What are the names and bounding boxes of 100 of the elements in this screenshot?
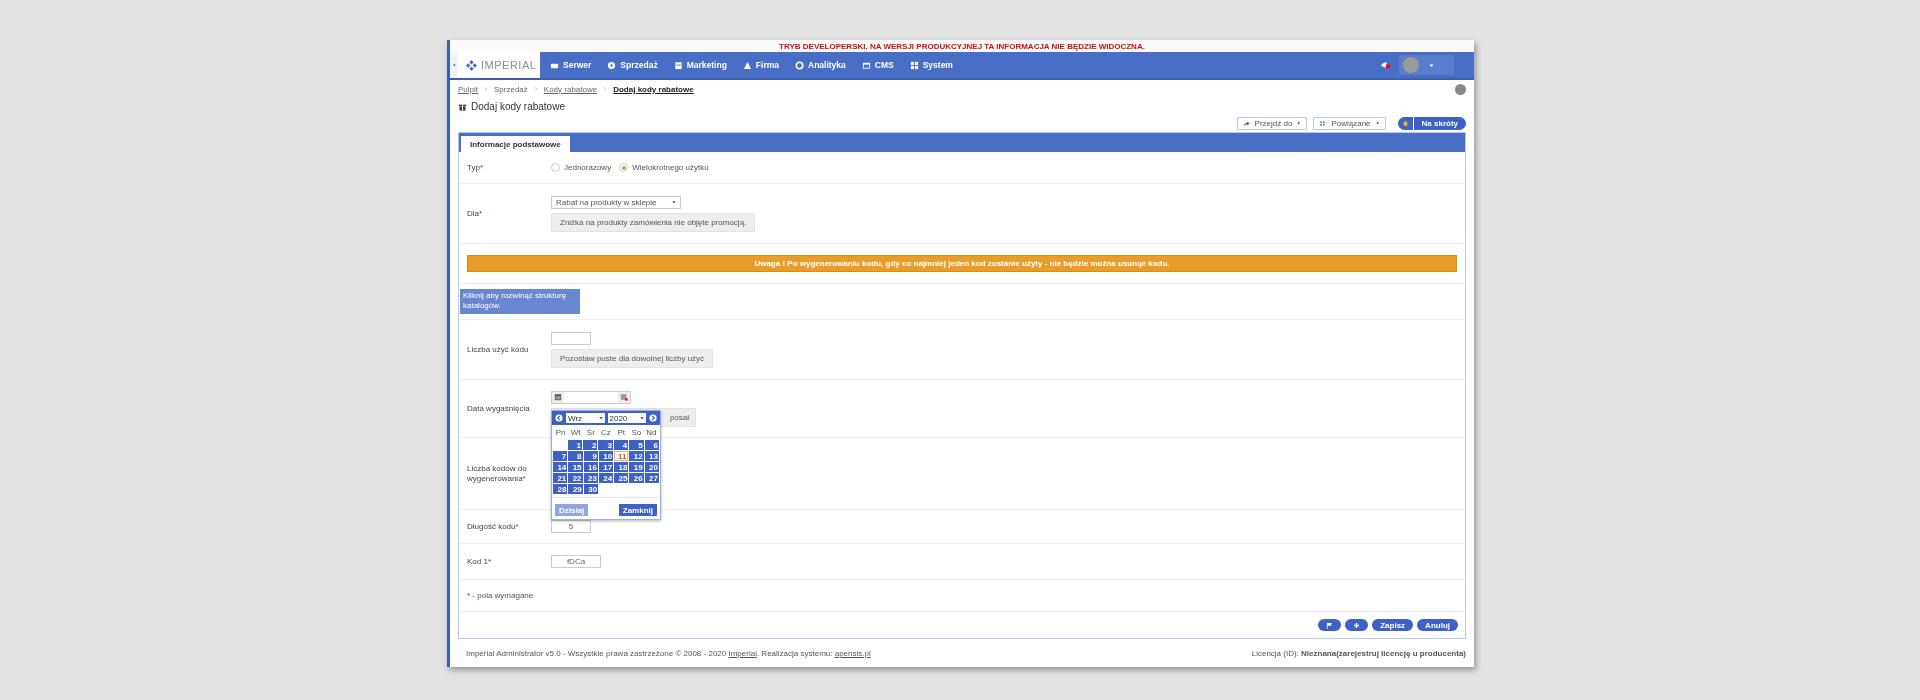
caret-icon xyxy=(640,416,644,420)
action-button[interactable]: Zapisz xyxy=(1372,619,1414,631)
caret-icon xyxy=(1297,121,1302,125)
input-field[interactable]: fDCa xyxy=(551,555,601,568)
page-title: Dodaj kody rabatowe xyxy=(471,100,565,112)
nav-menu-item[interactable]: Sprzedaż xyxy=(607,60,658,70)
add-button[interactable] xyxy=(1345,619,1369,631)
caret-icon xyxy=(1429,62,1434,68)
avatar xyxy=(1455,83,1466,95)
calendar-day[interactable]: 29 xyxy=(568,484,583,494)
calendar-day[interactable]: 26 xyxy=(629,473,644,483)
caret-icon xyxy=(598,416,603,420)
breadcrumb-link[interactable]: Dodaj kody rabatowe xyxy=(613,84,694,94)
flag-button[interactable] xyxy=(1318,619,1342,631)
triangle-icon xyxy=(742,60,752,70)
caret-icon xyxy=(672,200,676,204)
window-icon xyxy=(861,60,871,70)
calendar-day[interactable]: 17 xyxy=(598,462,614,472)
breadcrumb-text: Sprzedaż xyxy=(494,84,528,94)
avatar xyxy=(1403,57,1419,73)
calendar-day[interactable]: 23 xyxy=(583,473,598,483)
dropdown-button[interactable]: Przejdź do xyxy=(1236,116,1308,130)
caret-icon xyxy=(1375,121,1380,125)
calendar-day[interactable]: 7 xyxy=(553,451,568,461)
plus-icon xyxy=(1353,621,1361,629)
nav-menu-item[interactable]: Serwer xyxy=(550,60,592,70)
field-label: Typ* xyxy=(467,162,485,173)
weekday-label: Nd xyxy=(645,428,658,437)
action-button[interactable]: Anuluj xyxy=(1417,619,1458,631)
calendar-day[interactable]: 8 xyxy=(568,451,583,461)
calendar-day[interactable]: 3 xyxy=(598,440,613,450)
field-label: Dla* xyxy=(467,208,484,219)
dropdown-button[interactable]: Powiązane xyxy=(1313,116,1386,130)
calendar-day[interactable]: 4 xyxy=(613,440,629,450)
weekday-label: Cz xyxy=(600,428,612,437)
field-label: Długość kodu* xyxy=(467,521,520,532)
calendar-day[interactable]: 24 xyxy=(598,473,614,483)
calendar-day[interactable]: 19 xyxy=(629,462,644,472)
footer-link[interactable]: apensis.pl xyxy=(834,648,871,658)
share-arrow-icon xyxy=(1242,119,1250,127)
calendar-day[interactable]: 9 xyxy=(583,451,598,461)
field-label: Kod 1* xyxy=(467,556,493,567)
calendar-icon[interactable] xyxy=(554,393,562,401)
warning-banner: Uwaga ! Po wygenerowaniu kodu, gdy co najmniej jeden kod zostanie użyty - nie będzie można usunąć kodu. xyxy=(467,255,1457,272)
calendar-icon xyxy=(673,60,683,70)
weekday-label: Śr xyxy=(585,428,596,437)
calendar-day[interactable]: 21 xyxy=(553,473,568,483)
calendar-day[interactable]: 2 xyxy=(583,440,598,450)
calendar-day[interactable]: 27 xyxy=(644,473,659,483)
calendar-day[interactable]: 12 xyxy=(629,451,644,461)
calendar-day[interactable]: 11 xyxy=(614,451,629,461)
calendar-day[interactable]: 20 xyxy=(644,462,659,472)
calendar-day[interactable]: 22 xyxy=(568,473,583,483)
calendar-day[interactable]: 15 xyxy=(568,462,583,472)
hint-box: Zniżka na produkty zamówienia nie objęte promocją. xyxy=(551,212,756,232)
dev-mode-notice: TRYB DEVELOPERSKI. NA WERSJI PRODUKCYJNEJ TA INFORMACJA NIE BĘDZIE WIDOCZNA. xyxy=(779,41,1145,51)
field-label: Liczba użyć kodu xyxy=(467,344,530,355)
dropdown-field[interactable]: Rabat na produkty w sklepie xyxy=(551,195,681,209)
nav-menu-item[interactable]: CMS xyxy=(861,60,894,70)
breadcrumb-link[interactable]: Kody rabatowe xyxy=(543,84,598,94)
logo-text: IMPERIAL xyxy=(481,59,537,71)
next-icon[interactable] xyxy=(649,414,657,422)
megaphone-icon[interactable] xyxy=(1380,60,1391,70)
nav-menu-item[interactable]: Firma xyxy=(742,60,779,70)
nav-menu-item[interactable]: System xyxy=(909,60,953,70)
shortcuts-button[interactable]: Na skróty xyxy=(1397,116,1466,130)
clear-date-icon[interactable] xyxy=(620,393,628,401)
diamond-logo-icon xyxy=(466,59,477,71)
weekday-label: Wt xyxy=(569,428,582,437)
required-fields-note: * - pola wymagane xyxy=(467,591,534,600)
flag-icon xyxy=(1326,621,1334,629)
calendar-day[interactable]: 5 xyxy=(629,440,644,450)
year-select[interactable]: 2020 xyxy=(607,413,646,423)
breadcrumb-link[interactable]: Pulpit xyxy=(458,84,478,94)
collapse-arrow-icon[interactable] xyxy=(452,63,456,67)
nav-menu-item[interactable]: Analityka xyxy=(795,60,846,70)
previous-icon[interactable] xyxy=(555,414,563,422)
input-field[interactable] xyxy=(551,331,591,345)
nav-menu-item[interactable]: Marketing xyxy=(673,60,727,70)
calendar-day[interactable]: 28 xyxy=(553,484,568,494)
footer-link[interactable]: Imperial xyxy=(728,648,757,658)
weekday-label: Pn xyxy=(554,428,567,437)
calendar-day[interactable]: 1 xyxy=(567,440,583,450)
input-field[interactable]: 5 xyxy=(551,520,591,533)
calendar-day[interactable]: 25 xyxy=(614,473,629,483)
date-field[interactable] xyxy=(551,390,631,404)
calendar-day[interactable]: 16 xyxy=(583,462,598,472)
calendar-day[interactable]: 6 xyxy=(644,440,659,450)
calendar-day[interactable]: 13 xyxy=(644,451,659,461)
star-icon xyxy=(1401,119,1409,127)
calendar-day[interactable]: 18 xyxy=(614,462,629,472)
calendar-day[interactable]: 10 xyxy=(598,451,614,461)
hint-box: Pozostaw puste dla dowolnej liczby użyć xyxy=(551,348,714,368)
calendar-day[interactable]: 30 xyxy=(583,484,599,494)
month-select[interactable]: Wrz xyxy=(566,413,605,423)
close-button[interactable]: Zamknij xyxy=(618,504,657,516)
calendar-day[interactable]: 14 xyxy=(553,462,568,472)
option-label: Wielokrotnego użytku xyxy=(632,163,709,172)
tab[interactable]: Informacje podstawowe xyxy=(461,136,570,152)
weekday-label: Pt xyxy=(616,428,626,437)
